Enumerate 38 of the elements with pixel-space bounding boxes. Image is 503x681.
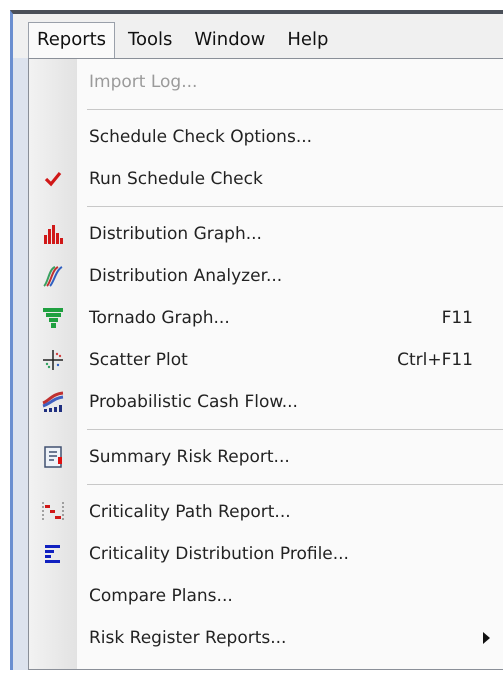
bar-chart-icon <box>42 223 64 245</box>
tornado-chart-icon <box>42 307 64 329</box>
shortcut-label: F11 <box>442 308 473 328</box>
menu-item-label: Scatter Plot <box>89 350 188 370</box>
menu-item[interactable]: Scatter Plot Ctrl+F11 <box>29 339 503 381</box>
menu-item-label: Criticality Distribution Profile... <box>89 544 349 564</box>
menu-bar-item[interactable]: Reports <box>28 22 116 58</box>
menu-item-label: Schedule Check Options... <box>89 127 312 147</box>
menu-item-label: Tornado Graph... <box>89 308 230 328</box>
menu-bar-item[interactable]: Window <box>185 22 274 58</box>
menu-item[interactable]: Compare Plans... <box>29 575 503 617</box>
menu-item-label: Distribution Analyzer... <box>89 266 282 286</box>
menu-item[interactable]: Tornado Graph... F11 <box>29 297 503 339</box>
menu-item[interactable]: Probabilistic Cash Flow... <box>29 381 503 423</box>
curves-icon <box>42 265 64 287</box>
menu-item[interactable]: Summary Risk Report... <box>29 436 503 478</box>
menu-bar-item[interactable]: Help <box>278 22 338 58</box>
menu-item-label: Probabilistic Cash Flow... <box>89 392 298 412</box>
cash-flow-chart-icon <box>42 391 64 413</box>
menu-item[interactable]: Criticality Distribution Profile... <box>29 533 503 575</box>
menu-item-label: Import Log... <box>89 72 198 92</box>
menu-item[interactable]: Run Schedule Check <box>29 158 503 200</box>
scatter-plot-icon <box>42 349 64 371</box>
menu-item-label: Criticality Path Report... <box>89 502 291 522</box>
menu-item[interactable]: Risk Register Reports... <box>29 617 503 659</box>
menu-item[interactable]: Schedule Check Options... <box>29 116 503 158</box>
shortcut-label: Ctrl+F11 <box>397 350 473 370</box>
menu-item-label: Distribution Graph... <box>89 224 262 244</box>
report-book-icon <box>42 446 64 468</box>
menu-item-label: Run Schedule Check <box>89 169 263 189</box>
menu-item-label: Compare Plans... <box>89 586 233 606</box>
menu-item-label: Risk Register Reports... <box>89 628 286 648</box>
menu-item[interactable]: Distribution Graph... <box>29 213 503 255</box>
critical-path-icon <box>42 501 64 523</box>
menu-item[interactable]: Distribution Analyzer... <box>29 255 503 297</box>
menu-bar-item[interactable]: Tools <box>119 22 182 58</box>
menu-item-label: Summary Risk Report... <box>89 447 290 467</box>
menu-item[interactable]: Criticality Path Report... <box>29 491 503 533</box>
